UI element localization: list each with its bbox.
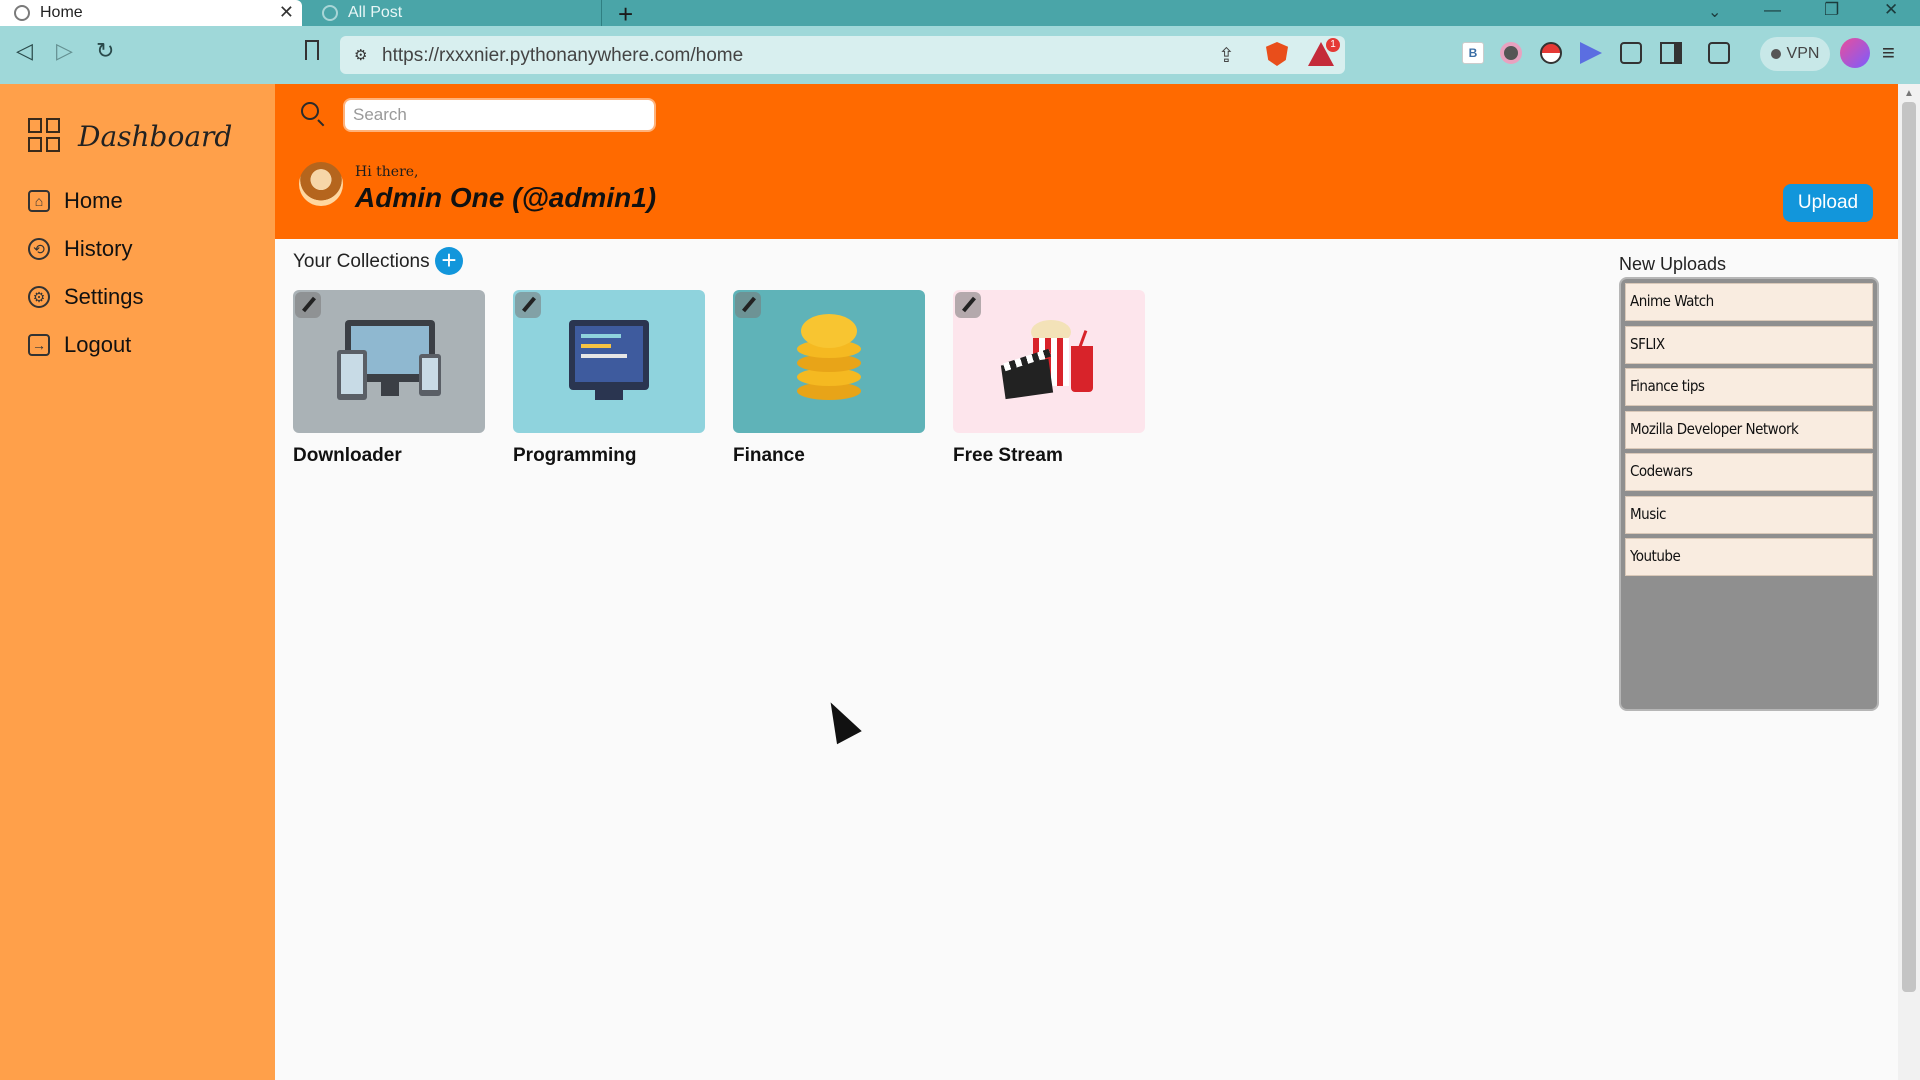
sidebar-item-home[interactable]: ⌂ Home [28, 188, 123, 214]
globe-icon [322, 5, 338, 21]
sidebar: Dashboard ⌂ Home ⟲ History ⚙ Settings → … [0, 84, 275, 1080]
upload-item[interactable]: Anime Watch [1625, 283, 1873, 321]
coins-icon[interactable] [733, 290, 925, 433]
sidebar-item-history[interactable]: ⟲ History [28, 236, 132, 262]
tab-all-post[interactable]: All Post [308, 0, 602, 26]
back-icon[interactable]: ◁ [16, 38, 33, 64]
collections-title: Your Collections [293, 251, 430, 272]
pokeball-icon[interactable] [1540, 42, 1562, 64]
tab-label: All Post [348, 4, 403, 21]
header: Hi there, Admin One (@admin1) Upload [275, 84, 1900, 239]
wallet-icon[interactable] [1708, 42, 1730, 64]
rewards-badge: 1 [1326, 38, 1340, 52]
history-icon: ⟲ [28, 238, 50, 260]
brave-shields-icon[interactable] [1266, 42, 1288, 66]
collection-card-downloader[interactable]: Downloader [293, 290, 485, 467]
vpn-label: VPN [1786, 45, 1820, 62]
brand-title: Dashboard [78, 119, 233, 153]
greeting: Hi there, [355, 164, 419, 180]
collection-label: Free Stream [953, 445, 1063, 466]
vpn-button[interactable]: VPN [1760, 37, 1830, 71]
upload-item[interactable]: Codewars [1625, 453, 1873, 491]
devices-icon[interactable] [293, 290, 485, 433]
sidebar-toggle-icon[interactable] [1660, 42, 1682, 64]
upload-item[interactable]: SFLIX [1625, 325, 1873, 364]
logout-icon: → [28, 334, 50, 356]
restore-icon[interactable]: ❐ [1824, 0, 1839, 20]
app: Dashboard ⌂ Home ⟲ History ⚙ Settings → … [0, 84, 1920, 1080]
tab-search-chevron-icon[interactable]: ⌄ [1708, 2, 1721, 22]
close-tab-icon[interactable]: ✕ [279, 2, 294, 23]
bookmark-icon[interactable] [305, 40, 319, 60]
upload-item[interactable]: Mozilla Developer Network [1625, 410, 1873, 449]
vpn-status-icon [1770, 49, 1781, 59]
edit-icon[interactable] [955, 292, 981, 318]
extension-b-icon[interactable]: B [1462, 42, 1484, 64]
globe-icon [14, 5, 30, 21]
forward-icon[interactable]: ▷ [56, 38, 73, 64]
popcorn-icon[interactable] [953, 290, 1145, 433]
username: Admin One (@admin1) [355, 182, 657, 213]
new-uploads-title: New Uploads [1619, 254, 1727, 274]
share-icon[interactable]: ⇪ [1218, 43, 1235, 68]
tab-home[interactable]: Home ✕ [0, 0, 302, 26]
scroll-up-icon[interactable]: ▲ [1904, 88, 1914, 99]
sidebar-item-label: Home [64, 188, 123, 213]
collection-label: Downloader [293, 445, 402, 466]
edit-icon[interactable] [295, 292, 321, 318]
search-input[interactable] [343, 98, 656, 132]
sidebar-item-label: History [64, 236, 133, 261]
new-uploads-panel: Anime Watch SFLIX Finance tips Mozilla D… [1619, 277, 1879, 711]
add-collection-button[interactable]: + [435, 247, 463, 275]
reload-icon[interactable]: ↻ [96, 38, 114, 64]
main-content: Your Collections + Downloader Programmin… [275, 239, 1900, 1080]
browser-tabbar: Home ✕ All Post + ⌄ — ❐ ✕ [0, 0, 1920, 29]
minimize-icon[interactable]: — [1764, 0, 1781, 20]
sidebar-item-logout[interactable]: → Logout [28, 332, 131, 358]
collection-card-finance[interactable]: Finance [733, 290, 925, 467]
extension-play-icon[interactable] [1580, 42, 1602, 64]
brand: Dashboard [28, 118, 232, 154]
hamburger-menu-icon[interactable]: ≡ [1882, 40, 1895, 66]
search-icon[interactable] [301, 102, 319, 120]
collection-card-free-stream[interactable]: Free Stream [953, 290, 1145, 467]
gear-icon: ⚙ [28, 286, 50, 308]
close-window-icon[interactable]: ✕ [1884, 0, 1898, 20]
edit-icon[interactable] [735, 292, 761, 318]
avatar [299, 162, 343, 206]
home-icon: ⌂ [28, 190, 50, 212]
upload-item[interactable]: Music [1625, 495, 1873, 534]
sidebar-item-label: Logout [64, 332, 132, 357]
collection-label: Programming [513, 445, 637, 466]
tab-label: Home [40, 4, 83, 21]
page-scrollbar[interactable]: ▲ [1898, 84, 1920, 1080]
extension-circle-icon[interactable] [1500, 42, 1522, 64]
site-info-icon[interactable]: ⚙ [354, 46, 367, 64]
collection-label: Finance [733, 445, 805, 466]
upload-button[interactable]: Upload [1783, 184, 1873, 222]
address-bar[interactable]: ⚙ https://rxxxnier.pythonanywhere.com/ho… [340, 36, 1345, 74]
profile-avatar[interactable] [1840, 38, 1870, 68]
scroll-thumb[interactable] [1902, 102, 1916, 992]
dashboard-grid-icon [28, 118, 62, 154]
upload-item[interactable]: Youtube [1625, 538, 1873, 576]
sidebar-item-settings[interactable]: ⚙ Settings [28, 284, 144, 310]
edit-icon[interactable] [515, 292, 541, 318]
browser-toolbar: ◁ ▷ ↻ ⚙ https://rxxxnier.pythonanywhere.… [0, 26, 1920, 84]
upload-item[interactable]: Finance tips [1625, 368, 1873, 406]
puzzle-icon[interactable] [1620, 42, 1642, 64]
code-monitor-icon[interactable] [513, 290, 705, 433]
collection-card-programming[interactable]: Programming [513, 290, 705, 467]
url-text[interactable]: https://rxxxnier.pythonanywhere.com/home [382, 45, 743, 67]
sidebar-item-label: Settings [64, 284, 144, 309]
